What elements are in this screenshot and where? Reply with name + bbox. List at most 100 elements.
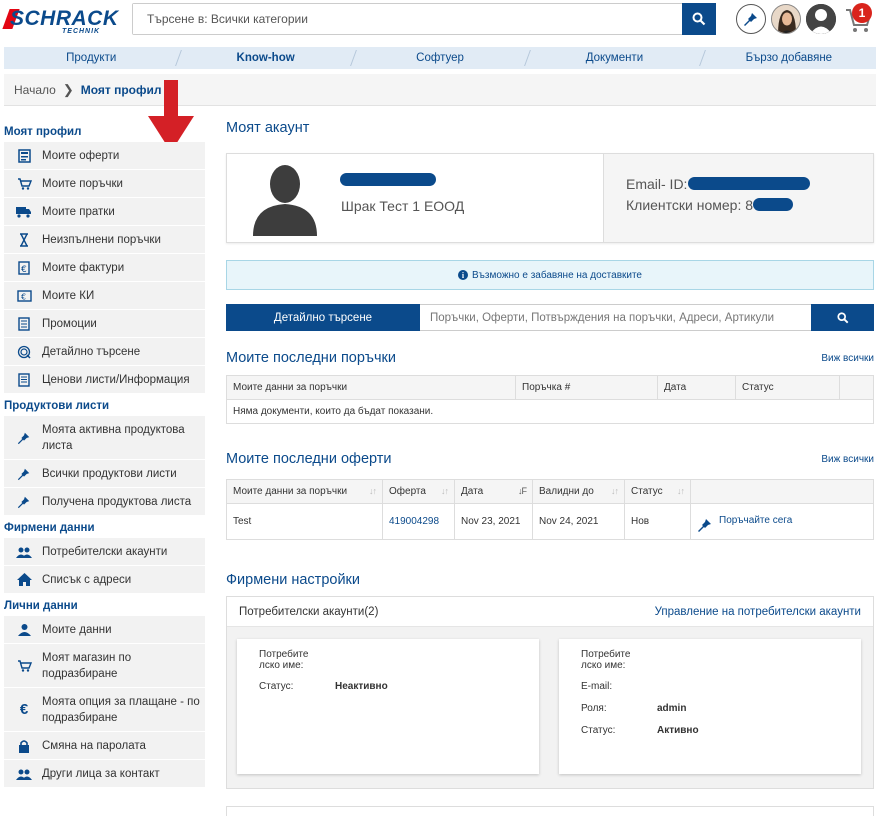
col-valid-until[interactable]: Валидни до ↓↑ bbox=[532, 479, 625, 504]
account-ids: Email- ID: Клиентски номер: 8 bbox=[604, 154, 873, 242]
email-row: E-mail: bbox=[581, 681, 657, 692]
col-order-data[interactable]: Моите данни за поръчки bbox=[226, 375, 516, 400]
sidebar-item-default-shop[interactable]: Моят магазин по подразбиране bbox=[4, 644, 205, 688]
col-status[interactable]: Статус ↓↑ bbox=[624, 479, 691, 504]
email-id-label: Email- ID: bbox=[626, 176, 688, 192]
offers-see-all-link[interactable]: Виж всички bbox=[821, 454, 874, 465]
page-title: Моят акаунт bbox=[226, 120, 310, 136]
detailed-search-submit[interactable] bbox=[811, 304, 874, 331]
sidebar-item-label: Неизпълнени поръчки bbox=[42, 233, 161, 246]
detailed-search-tab[interactable]: Детайлно търсене bbox=[226, 304, 420, 331]
col-order-number[interactable]: Поръчка # bbox=[515, 375, 658, 400]
col-status[interactable]: Статус bbox=[735, 375, 840, 400]
sidebar-item-address-list[interactable]: Списък с адреси bbox=[4, 566, 205, 594]
breadcrumb-home[interactable]: Начало bbox=[14, 83, 56, 97]
offer-valid-cell: Nov 24, 2021 bbox=[532, 503, 625, 540]
sidebar-item-detail-search[interactable]: Детайлно търсене bbox=[4, 338, 205, 366]
sidebar-item-offers[interactable]: Моите оферти bbox=[4, 142, 205, 170]
user-card[interactable]: Потребите лско име: E-mail: Роля: admin … bbox=[559, 639, 861, 774]
username-row: Потребите лско име: bbox=[581, 649, 633, 671]
sidebar-item-label: Ценови листи/Информация bbox=[42, 373, 190, 386]
sidebar-item-label: Моите фактури bbox=[42, 261, 125, 274]
nav-know-how[interactable]: Know-how bbox=[178, 47, 352, 69]
redacted-email bbox=[688, 177, 810, 190]
nav-products[interactable]: Продукти bbox=[4, 47, 178, 69]
sort-icon: ↓↑ bbox=[677, 486, 685, 496]
user-accounts-panel: Потребителски акаунти(2) Управление на п… bbox=[226, 596, 874, 789]
account-menu[interactable] bbox=[806, 4, 836, 34]
search-button[interactable] bbox=[682, 3, 716, 35]
status-row: Статус: Неактивно bbox=[259, 681, 388, 692]
header: SCHRACK TECHNIK 1 bbox=[0, 0, 880, 42]
col-date[interactable]: Дата ↓F bbox=[454, 479, 533, 504]
orders-header: Моите последни поръчки Виж всички bbox=[226, 350, 874, 366]
sidebar-item-active-product-list[interactable]: Моята активна продуктова листа bbox=[4, 416, 205, 460]
sidebar-item-label: Моята опция за плащане - по подразбиране bbox=[42, 695, 200, 724]
offer-data-cell: Test bbox=[226, 503, 383, 540]
sidebar-item-price-lists[interactable]: Ценови листи/Информация bbox=[4, 366, 205, 394]
empty-message: Няма документи, които да бъдат показани. bbox=[226, 399, 874, 424]
sidebar-item-label: Детайлно търсене bbox=[42, 345, 141, 358]
orders-see-all-link[interactable]: Виж всички bbox=[821, 353, 874, 364]
table-header-row: Моите данни за поръчки Поръчка # Дата Ст… bbox=[226, 375, 874, 400]
home-icon bbox=[16, 572, 32, 588]
offer-action-cell: Поръчайте сега bbox=[690, 503, 874, 540]
user-card[interactable]: Потребите лско име: Статус: Неактивно bbox=[237, 639, 539, 774]
nav-documents[interactable]: Документи bbox=[527, 47, 701, 69]
sidebar-title-product-lists: Продуктови листи bbox=[4, 400, 110, 412]
search-icon bbox=[692, 12, 706, 26]
sidebar-item-user-accounts[interactable]: Потребителски акаунти bbox=[4, 538, 205, 566]
offer-number-cell: 419004298 bbox=[382, 503, 455, 540]
account-card: Шрак Тест 1 ЕООД Email- ID: Клиентски но… bbox=[226, 153, 874, 243]
pin-icon bbox=[16, 466, 32, 482]
sidebar-item-label: Получена продуктова листа bbox=[42, 495, 192, 508]
order-now-link[interactable]: Поръчайте сега bbox=[697, 507, 792, 533]
offers-table: Моите данни за поръчки ↓↑ Оферта ↓↑ Дата ↓F… bbox=[226, 479, 874, 540]
redacted-name bbox=[340, 173, 436, 186]
offer-date-cell: Nov 23, 2021 bbox=[454, 503, 533, 540]
sidebar-title-my-profile: Моят профил bbox=[4, 126, 82, 138]
search-input[interactable] bbox=[133, 4, 673, 34]
user-avatar[interactable] bbox=[771, 4, 801, 34]
credit-note-icon: € bbox=[16, 288, 32, 304]
offer-number-link[interactable]: 419004298 bbox=[389, 516, 439, 527]
sidebar-item-orders[interactable]: Моите поръчки bbox=[4, 170, 205, 198]
nav-software[interactable]: Софтуер bbox=[353, 47, 527, 69]
sidebar-item-backorders[interactable]: Неизпълнени поръчки bbox=[4, 226, 205, 254]
redacted-customer-number bbox=[753, 198, 793, 211]
chevron-right-icon: ❯ bbox=[62, 81, 74, 97]
invoice-icon: € bbox=[16, 260, 32, 276]
sort-icon: ↓↑ bbox=[441, 486, 449, 496]
svg-text:€: € bbox=[21, 265, 27, 275]
sidebar-item-credit-notes[interactable]: € Моите КИ bbox=[4, 282, 205, 310]
role-row: Роля: admin bbox=[581, 703, 686, 714]
sidebar-item-my-data[interactable]: Моите данни bbox=[4, 616, 205, 644]
nav-quick-add[interactable]: Бързо добавяне bbox=[702, 47, 876, 69]
offers-title: Моите последни оферти bbox=[226, 451, 392, 467]
sidebar-item-invoices[interactable]: € Моите фактури bbox=[4, 254, 205, 282]
next-panel-cut-off bbox=[226, 806, 874, 816]
col-label: Валидни до bbox=[539, 486, 594, 497]
col-date[interactable]: Дата bbox=[657, 375, 736, 400]
schrack-logo[interactable]: SCHRACK TECHNIK bbox=[2, 7, 118, 37]
role-label: Роля: bbox=[581, 703, 607, 714]
users-icon bbox=[16, 766, 32, 782]
sidebar-item-promotions[interactable]: Промоции bbox=[4, 310, 205, 338]
sidebar-item-label: Промоции bbox=[42, 317, 97, 330]
search-icon bbox=[836, 311, 848, 323]
product-list-button[interactable] bbox=[736, 4, 766, 34]
detailed-search-input[interactable] bbox=[420, 304, 811, 331]
shop-icon bbox=[16, 658, 32, 674]
truck-icon bbox=[16, 204, 32, 220]
sidebar-item-default-payment[interactable]: € Моята опция за плащане - по подразбира… bbox=[4, 688, 205, 732]
sidebar-item-shipments[interactable]: Моите пратки bbox=[4, 198, 205, 226]
sidebar-item-change-password[interactable]: Смяна на паролата bbox=[4, 732, 205, 760]
sidebar-item-all-product-lists[interactable]: Всички продуктови листи bbox=[4, 460, 205, 488]
sidebar-item-other-contacts[interactable]: Други лица за контакт bbox=[4, 760, 205, 788]
col-actions bbox=[839, 375, 874, 400]
col-order-data[interactable]: Моите данни за поръчки ↓↑ bbox=[226, 479, 383, 504]
col-offer[interactable]: Оферта ↓↑ bbox=[382, 479, 455, 504]
sidebar-item-received-product-list[interactable]: Получена продуктова листа bbox=[4, 488, 205, 516]
manage-accounts-link[interactable]: Управление на потребителски акаунти bbox=[655, 606, 861, 618]
delivery-delay-notice: i Възможно е забавяне на доставките bbox=[226, 260, 874, 290]
